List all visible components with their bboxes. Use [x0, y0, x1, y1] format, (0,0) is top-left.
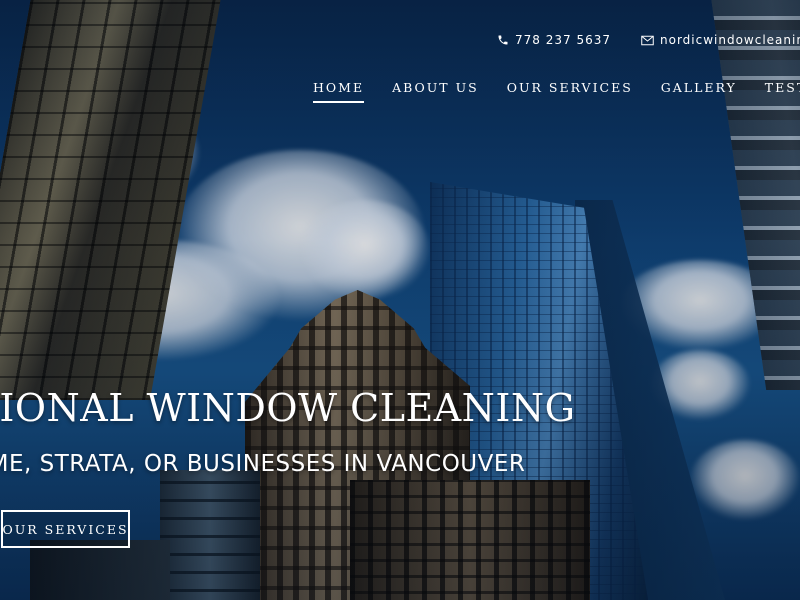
nav-about-us[interactable]: ABOUT US — [392, 80, 479, 103]
main-nav: HOME ABOUT US OUR SERVICES GALLERY TESTI… — [313, 80, 800, 103]
nav-home[interactable]: HOME — [313, 80, 365, 103]
hero-headline: SSIONAL WINDOW CLEANING — [0, 386, 576, 430]
our-services-button[interactable]: OUR SERVICES — [1, 510, 130, 548]
nav-our-services[interactable]: OUR SERVICES — [507, 80, 633, 103]
email-link[interactable]: nordicwindowcleaning@ — [641, 33, 800, 47]
hero-subline: OME, STRATA, OR BUSINESSES IN VANCOUVER — [0, 451, 526, 477]
phone-icon — [497, 34, 509, 46]
envelope-icon — [641, 35, 654, 46]
nav-gallery[interactable]: GALLERY — [661, 80, 737, 103]
nav-testimonials[interactable]: TESTIMONI — [765, 80, 800, 103]
phone-link[interactable]: 778 237 5637 — [497, 33, 611, 47]
phone-number: 778 237 5637 — [515, 33, 611, 47]
hero-section: 778 237 5637 nordicwindowcleaning@ HOME … — [0, 0, 800, 600]
email-address: nordicwindowcleaning@ — [660, 33, 800, 47]
